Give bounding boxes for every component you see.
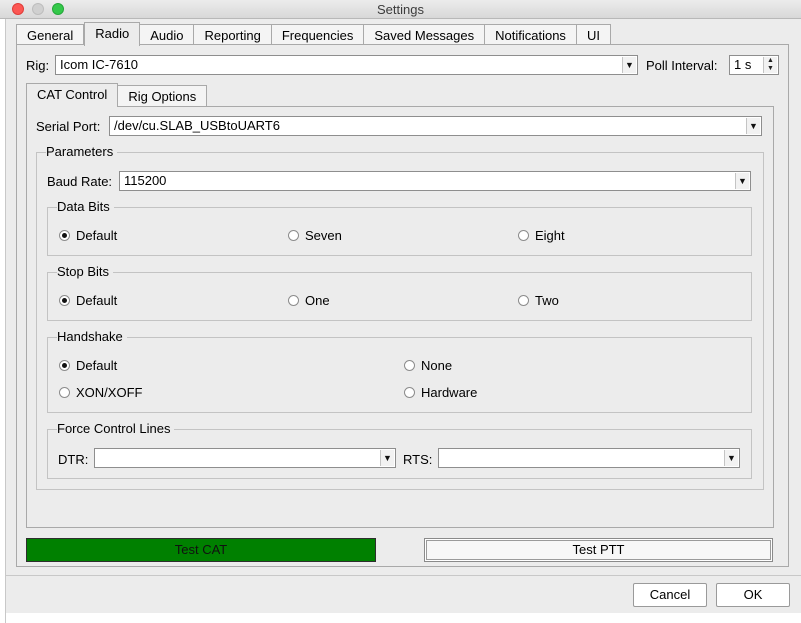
- serial-port-value: /dev/cu.SLAB_USBtoUART6: [114, 118, 280, 133]
- handshake-xonxoff-radio[interactable]: XON/XOFF: [59, 385, 142, 400]
- handshake-none-label: None: [421, 358, 453, 373]
- baud-rate-select[interactable]: 115200 ▼: [119, 171, 751, 191]
- chevron-down-icon: ▼: [724, 450, 738, 466]
- handshake-hardware-label: Hardware: [421, 385, 478, 400]
- test-cat-button[interactable]: Test CAT: [26, 538, 376, 562]
- radio-unselected-icon: [404, 360, 415, 371]
- handshake-hardware-radio[interactable]: Hardware: [404, 385, 477, 400]
- handshake-group: [47, 337, 752, 413]
- tab-saved-messages[interactable]: Saved Messages: [364, 24, 486, 46]
- background-window-edge: [0, 19, 6, 623]
- tab-general[interactable]: General: [16, 24, 85, 46]
- data-bits-seven-label: Seven: [305, 228, 342, 243]
- radio-unselected-icon: [288, 230, 299, 241]
- tab-cat-control[interactable]: CAT Control: [26, 83, 119, 107]
- radio-unselected-icon: [288, 295, 299, 306]
- sub-tab-bar: CAT Control Rig Options: [26, 83, 208, 107]
- data-bits-default-label: Default: [76, 228, 118, 243]
- rig-select-value: Icom IC-7610: [60, 57, 139, 72]
- rig-select[interactable]: Icom IC-7610 ▼: [55, 55, 638, 75]
- handshake-none-radio[interactable]: None: [404, 358, 452, 373]
- poll-interval-value: 1 s: [734, 57, 752, 72]
- serial-port-label: Serial Port:: [36, 119, 101, 134]
- radio-unselected-icon: [59, 387, 70, 398]
- baud-rate-label: Baud Rate:: [47, 174, 113, 189]
- radio-selected-icon: [59, 230, 70, 241]
- dialog-divider: [6, 575, 801, 576]
- serial-port-select[interactable]: /dev/cu.SLAB_USBtoUART6 ▼: [109, 116, 762, 136]
- radio-unselected-icon: [518, 295, 529, 306]
- stop-bits-one-label: One: [305, 293, 330, 308]
- ok-button[interactable]: OK: [716, 583, 790, 607]
- handshake-default-radio[interactable]: Default: [59, 358, 117, 373]
- stop-bits-two-label: Two: [535, 293, 559, 308]
- rts-label: RTS:: [403, 452, 433, 467]
- stop-bits-default-label: Default: [76, 293, 118, 308]
- window-title: Settings: [377, 2, 424, 17]
- data-bits-default-radio[interactable]: Default: [59, 228, 117, 243]
- data-bits-eight-label: Eight: [535, 228, 565, 243]
- chevron-down-icon: ▼: [380, 450, 394, 466]
- tab-audio[interactable]: Audio: [140, 24, 195, 46]
- radio-selected-icon: [59, 360, 70, 371]
- poll-interval-label: Poll Interval:: [646, 58, 718, 73]
- parameters-title: Parameters: [46, 144, 118, 159]
- baud-rate-value: 115200: [124, 173, 167, 188]
- data-bits-eight-radio[interactable]: Eight: [518, 228, 565, 243]
- title-bar: Settings: [0, 0, 801, 19]
- handshake-title: Handshake: [57, 329, 127, 344]
- dtr-label: DTR:: [58, 452, 89, 467]
- tab-notifications[interactable]: Notifications: [485, 24, 577, 46]
- radio-unselected-icon: [518, 230, 529, 241]
- tab-radio[interactable]: Radio: [84, 22, 141, 46]
- main-tab-bar: General Radio Audio Reporting Frequencie…: [16, 22, 611, 46]
- chevron-down-icon: ▼: [746, 118, 760, 134]
- tab-ui[interactable]: UI: [576, 24, 611, 46]
- data-bits-group: [47, 207, 752, 256]
- radio-unselected-icon: [404, 387, 415, 398]
- chevron-down-icon: ▼: [622, 57, 636, 73]
- stop-bits-group: [47, 272, 752, 321]
- handshake-xonxoff-label: XON/XOFF: [76, 385, 143, 400]
- chevron-down-icon: ▼: [735, 173, 749, 189]
- tab-frequencies[interactable]: Frequencies: [271, 24, 365, 46]
- data-bits-seven-radio[interactable]: Seven: [288, 228, 342, 243]
- force-control-lines-title: Force Control Lines: [57, 421, 175, 436]
- stop-bits-two-radio[interactable]: Two: [518, 293, 559, 308]
- data-bits-title: Data Bits: [57, 199, 114, 214]
- tab-rig-options[interactable]: Rig Options: [118, 85, 208, 107]
- background-window-strip: [6, 613, 801, 623]
- test-ptt-button[interactable]: Test PTT: [424, 538, 773, 562]
- dtr-select[interactable]: ▼: [94, 448, 396, 468]
- tab-reporting[interactable]: Reporting: [194, 24, 272, 46]
- stop-bits-one-radio[interactable]: One: [288, 293, 330, 308]
- stepper-arrows-icon[interactable]: ▲ ▼: [763, 57, 777, 73]
- radio-selected-icon: [59, 295, 70, 306]
- stop-bits-default-radio[interactable]: Default: [59, 293, 117, 308]
- rts-select[interactable]: ▼: [438, 448, 740, 468]
- stop-bits-title: Stop Bits: [57, 264, 114, 279]
- rig-label: Rig:: [26, 58, 50, 73]
- cancel-button[interactable]: Cancel: [633, 583, 707, 607]
- handshake-default-label: Default: [76, 358, 118, 373]
- poll-interval-spinbox[interactable]: 1 s ▲ ▼: [729, 55, 779, 75]
